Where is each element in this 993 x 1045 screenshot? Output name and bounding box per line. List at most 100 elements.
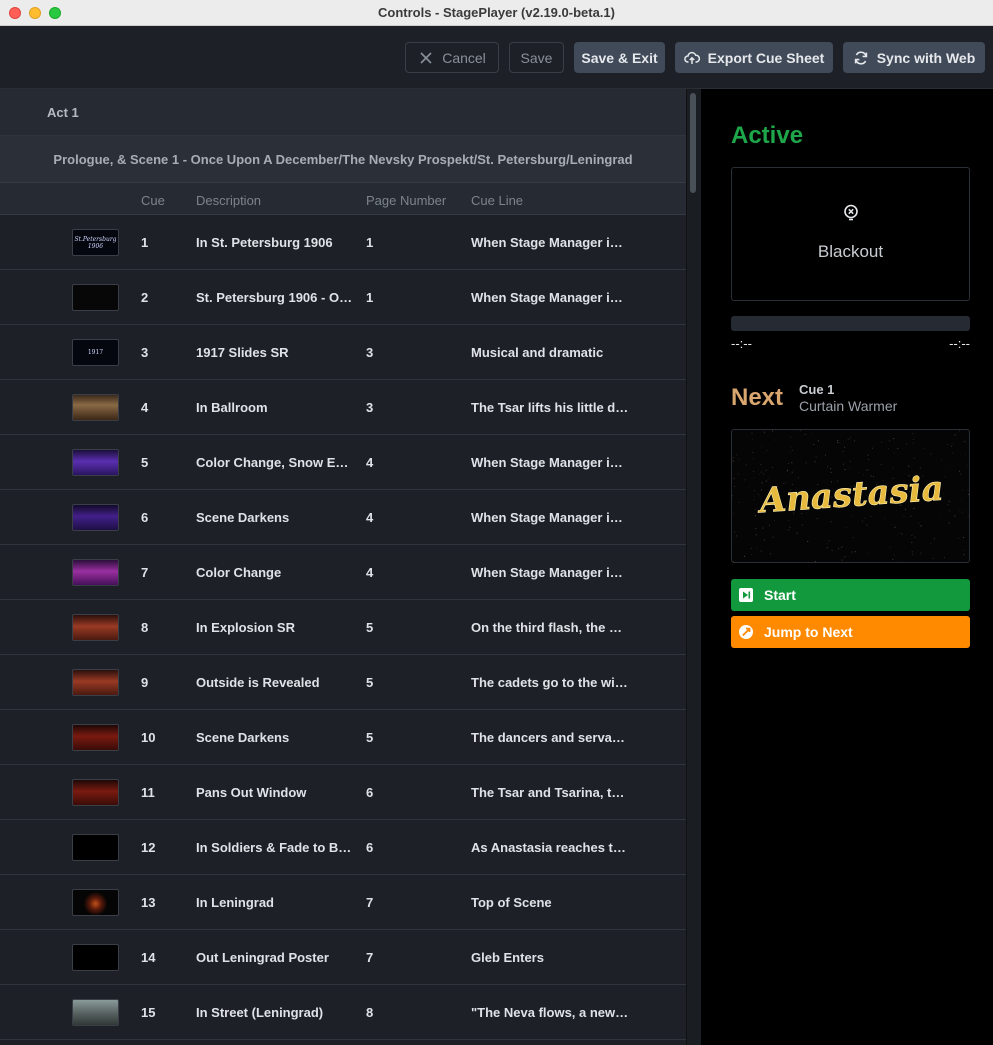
cue-thumbnail xyxy=(72,834,119,861)
cue-line: The Tsar lifts his little da... xyxy=(471,400,629,415)
cue-number: 5 xyxy=(141,455,149,470)
cue-page-number: 5 xyxy=(366,675,374,690)
cue-thumbnail xyxy=(72,449,119,476)
cancel-button[interactable]: Cancel xyxy=(405,42,499,73)
cue-number: 4 xyxy=(141,400,149,415)
save-button[interactable]: Save xyxy=(509,42,564,73)
next-cue-description: Curtain Warmer xyxy=(799,398,898,414)
scrollbar-thumb[interactable] xyxy=(690,93,696,193)
cue-row[interactable]: 9 Outside is Revealed 5 The cadets go to th… xyxy=(0,655,686,710)
cue-row[interactable]: 12 In Soldiers & Fade to Bla... 6 As Anasta… xyxy=(0,820,686,875)
cue-page-number: 1 xyxy=(366,235,374,250)
cue-page-number: 6 xyxy=(366,785,374,800)
cue-table-header: Cue Description Page Number Cue Line xyxy=(0,183,686,215)
save-exit-button[interactable]: Save & Exit xyxy=(574,42,665,73)
next-cue-number: Cue 1 xyxy=(799,382,835,397)
cue-line: Top of Scene xyxy=(471,895,552,910)
cue-description: In Street (Leningrad) xyxy=(196,1005,324,1020)
cue-row[interactable]: 2 St. Petersburg 1906 - Ou... 1 When Stage … xyxy=(0,270,686,325)
cue-thumbnail xyxy=(72,999,119,1026)
cue-line: When Stage Manager is ... xyxy=(471,565,629,580)
export-cue-sheet-button[interactable]: Export Cue Sheet xyxy=(675,42,833,73)
cue-row[interactable]: 5 Color Change, Snow Ends 4 When Stage Mana… xyxy=(0,435,686,490)
cue-line: The Tsar and Tsarina, the... xyxy=(471,785,629,800)
cue-line: When Stage Manager is ... xyxy=(471,290,629,305)
cue-page-number: 4 xyxy=(366,510,374,525)
cue-description: In Leningrad xyxy=(196,895,274,910)
maximize-window-button[interactable] xyxy=(49,7,61,19)
anastasia-logo: Anastasia xyxy=(732,430,969,562)
cue-number: 14 xyxy=(141,950,156,965)
cancel-label: Cancel xyxy=(442,49,486,66)
header-page-number[interactable]: Page Number xyxy=(366,193,446,208)
cue-thumbnail xyxy=(72,614,119,641)
cue-thumbnail xyxy=(72,669,119,696)
close-icon xyxy=(420,51,432,64)
cue-description: In Ballroom xyxy=(196,400,268,415)
save-label: Save xyxy=(520,49,553,66)
active-label: Active xyxy=(731,122,804,149)
save-exit-label: Save & Exit xyxy=(581,49,658,66)
cue-thumbnail xyxy=(72,779,119,806)
cue-progress-bar[interactable] xyxy=(731,316,970,331)
minimize-window-button[interactable] xyxy=(29,7,41,19)
cue-page-number: 3 xyxy=(366,345,374,360)
cue-row[interactable]: 13 In Leningrad 7 Top of Scene xyxy=(0,875,686,930)
cue-row[interactable]: 1917 3 1917 Slides SR 3 Musical and dramatic xyxy=(0,325,686,380)
cue-row[interactable]: 10 Scene Darkens 5 The dancers and servant.… xyxy=(0,710,686,765)
header-cue[interactable]: Cue xyxy=(141,193,165,208)
cue-number: 7 xyxy=(141,565,149,580)
cue-line: When Stage Manager is ... xyxy=(471,235,629,250)
lightbulb-off-icon xyxy=(844,204,858,221)
cue-number: 1 xyxy=(141,235,149,250)
cue-description: 1917 Slides SR xyxy=(196,345,289,360)
start-label: Start xyxy=(764,587,796,603)
cue-description: In St. Petersburg 1906 xyxy=(196,235,333,250)
cue-row[interactable]: 7 Color Change 4 When Stage Manager is ... xyxy=(0,545,686,600)
sync-icon xyxy=(854,50,867,65)
sync-label: Sync with Web xyxy=(876,49,976,66)
cue-row[interactable]: 11 Pans Out Window 6 The Tsar and Tsarina, … xyxy=(0,765,686,820)
scene-header[interactable]: Prologue, & Scene 1 - Once Upon A Decemb… xyxy=(0,136,686,183)
cue-number: 10 xyxy=(141,730,156,745)
cue-page-number: 5 xyxy=(366,730,374,745)
cue-row[interactable]: St.Petersburg 1906 1 In St. Petersburg 1906… xyxy=(0,215,686,270)
cue-number: 2 xyxy=(141,290,149,305)
cue-thumbnail xyxy=(72,559,119,586)
play-cue-icon xyxy=(739,588,753,602)
cue-number: 8 xyxy=(141,620,149,635)
cue-number: 6 xyxy=(141,510,149,525)
cue-description: Scene Darkens xyxy=(196,730,290,745)
cue-number: 11 xyxy=(141,785,155,800)
export-label: Export Cue Sheet xyxy=(707,49,825,66)
act-header[interactable]: Act 1 xyxy=(0,89,686,136)
cue-list-panel: Act 1 Prologue, & Scene 1 - Once Upon A … xyxy=(0,89,686,1045)
cue-line: As Anastasia reaches to... xyxy=(471,840,629,855)
window-controls xyxy=(9,7,61,19)
scene-title: Prologue, & Scene 1 - Once Upon A Decemb… xyxy=(53,151,633,167)
cue-row[interactable]: 6 Scene Darkens 4 When Stage Manager is ... xyxy=(0,490,686,545)
cue-line: The cadets go to the win... xyxy=(471,675,629,690)
cue-row[interactable]: 14 Out Leningrad Poster 7 Gleb Enters xyxy=(0,930,686,985)
cue-line: Gleb Enters xyxy=(471,950,544,965)
jump-to-next-button[interactable]: Jump to Next xyxy=(731,616,970,648)
window-titlebar: Controls - StagePlayer (v2.19.0-beta.1) xyxy=(0,0,993,26)
next-label: Next xyxy=(731,384,784,411)
cue-row[interactable]: 8 In Explosion SR 5 On the third flash, the… xyxy=(0,600,686,655)
jump-icon xyxy=(739,625,753,639)
cue-row[interactable]: 4 In Ballroom 3 The Tsar lifts his little d… xyxy=(0,380,686,435)
cue-page-number: 4 xyxy=(366,455,374,470)
cue-row[interactable]: 15 In Street (Leningrad) 8 "The Neva flows,… xyxy=(0,985,686,1040)
cue-page-number: 3 xyxy=(366,400,374,415)
cue-page-number: 7 xyxy=(366,895,374,910)
cue-page-number: 1 xyxy=(366,290,374,305)
cue-table-body: St.Petersburg 1906 1 In St. Petersburg 1906… xyxy=(0,215,686,1040)
start-button[interactable]: Start xyxy=(731,579,970,611)
scrollbar-track[interactable] xyxy=(686,89,701,1045)
close-window-button[interactable] xyxy=(9,7,21,19)
time-remaining: --:-- xyxy=(949,336,970,351)
cue-thumbnail xyxy=(72,394,119,421)
header-cue-line[interactable]: Cue Line xyxy=(471,193,523,208)
header-description[interactable]: Description xyxy=(196,193,261,208)
sync-with-web-button[interactable]: Sync with Web xyxy=(843,42,985,73)
